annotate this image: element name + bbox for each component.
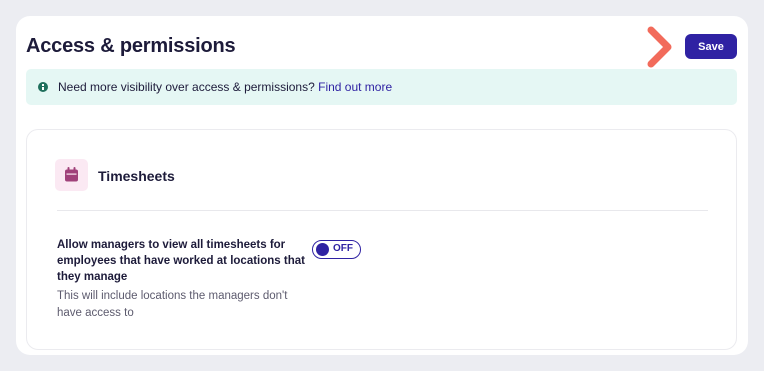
app-background: Access & permissions Save Need more visi… [0, 0, 764, 371]
section-divider [57, 210, 708, 211]
view-all-timesheets-toggle[interactable]: OFF [312, 240, 361, 259]
info-banner-text: Need more visibility over access & permi… [58, 80, 392, 94]
setting-label: Allow managers to view all timesheets fo… [57, 239, 305, 283]
save-button[interactable]: Save [685, 34, 737, 59]
timesheets-section: Timesheets Allow managers to view all ti… [26, 129, 737, 350]
section-icon-container [55, 159, 88, 191]
pointer-arrow-icon [647, 26, 672, 68]
toggle-knob [316, 243, 329, 256]
info-icon [38, 82, 48, 92]
section-title: Timesheets [98, 168, 175, 184]
page-title: Access & permissions [26, 35, 236, 57]
setting-description: This will include locations the managers… [57, 290, 288, 319]
permissions-card: Access & permissions Save Need more visi… [16, 16, 748, 355]
find-out-more-link[interactable]: Find out more [318, 80, 392, 94]
calendar-icon [65, 167, 78, 182]
toggle-state-label: OFF [333, 243, 353, 254]
info-banner-message: Need more visibility over access & permi… [58, 80, 315, 94]
info-banner: Need more visibility over access & permi… [26, 69, 737, 105]
